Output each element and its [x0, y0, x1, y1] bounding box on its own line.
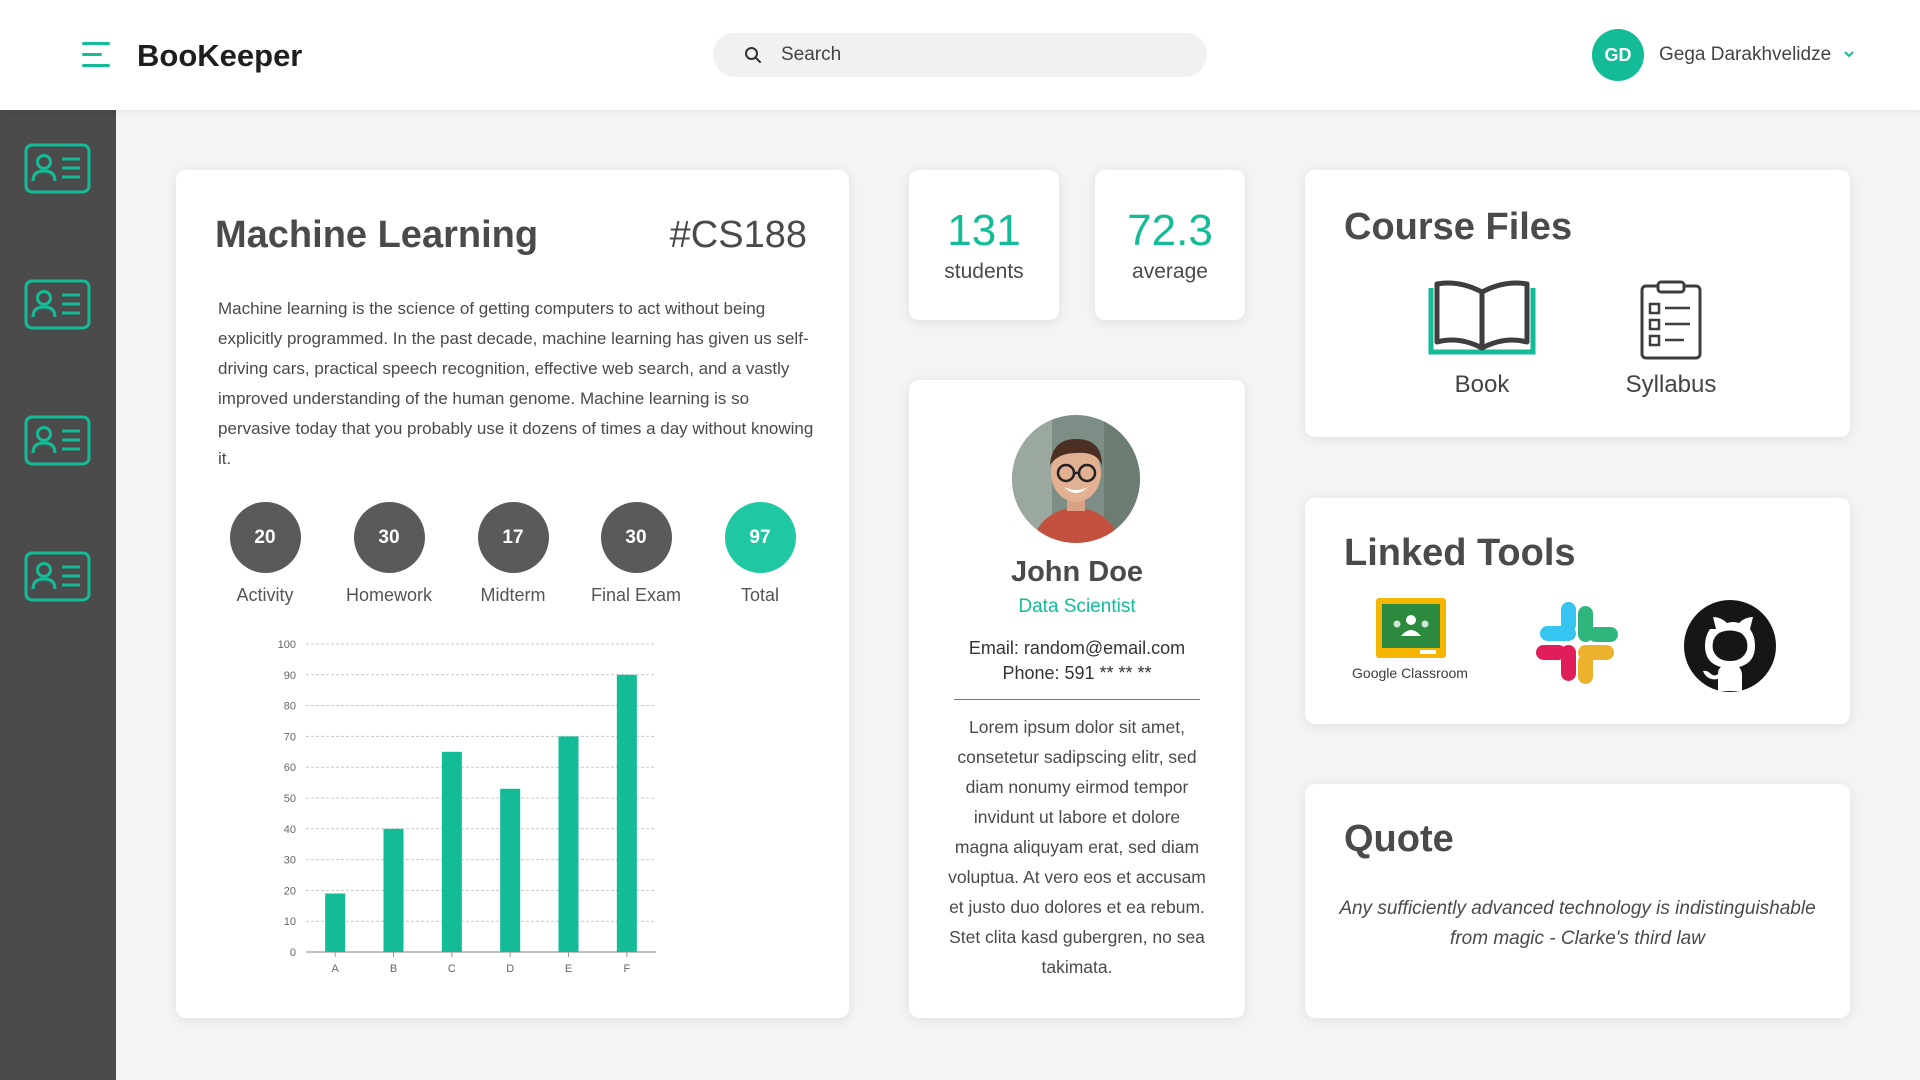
quote-text: Any sufficiently advanced technology is … [1339, 898, 1816, 949]
students-count: 131 [947, 206, 1021, 255]
score-item: 20 Activity [203, 502, 327, 606]
score-circle: 30 [600, 502, 672, 573]
bar-f [616, 674, 637, 952]
grades-bar-chart: 0 10 20 30 40 50 60 70 80 90 100 A B C D E F [278, 639, 656, 975]
profile-photo [1012, 415, 1140, 543]
user-menu[interactable]: GD Gega Darakhvelidze [1592, 29, 1862, 81]
clipboard-list-icon [1640, 280, 1702, 360]
bar-a [325, 893, 346, 952]
score-circle: 30 [353, 502, 425, 573]
slack-link[interactable] [1532, 598, 1622, 693]
score-label: Activity [236, 585, 294, 605]
syllabus-label: Syllabus [1625, 371, 1717, 398]
course-card: Machine Learning #CS188 Machine learning… [176, 170, 849, 1018]
search-bar[interactable] [713, 33, 1207, 77]
quote-title: Quote [1344, 818, 1454, 860]
linked-tools-title: Linked Tools [1344, 532, 1576, 574]
bar-e [558, 736, 579, 952]
app-title: BooKeeper [137, 38, 303, 73]
score-circle: 17 [477, 502, 549, 573]
score-label: Final Exam [590, 585, 682, 605]
x-tick-label: C [448, 963, 456, 975]
profile-role: Data Scientist [1018, 596, 1136, 617]
google-classroom-link[interactable]: Google Classroom [1350, 598, 1470, 681]
user-name: Gega Darakhvelidze [1659, 44, 1832, 65]
avatar: GD [1592, 29, 1644, 81]
score-circle: 97 [724, 502, 796, 573]
y-tick-label: 90 [284, 670, 296, 682]
score-item: 30 Final Exam [574, 502, 698, 606]
course-title: Machine Learning [215, 214, 539, 256]
course-description: Machine learning is the science of getti… [218, 299, 814, 468]
y-tick-label: 0 [290, 947, 296, 959]
y-tick-label: 70 [284, 731, 296, 743]
open-book-icon [1428, 280, 1536, 355]
y-tick-label: 60 [284, 762, 296, 774]
course-files-card: Course Files Book Syllabus [1305, 170, 1850, 437]
score-label: Midterm [480, 585, 546, 605]
sidebar-item-1[interactable] [24, 143, 91, 194]
bar-c [441, 751, 462, 952]
top-bar: BooKeeper GD Gega Darakhvelidze [0, 0, 1920, 110]
sidebar-item-2[interactable] [24, 279, 91, 330]
slack-icon [1536, 602, 1618, 684]
id-card-icon [24, 143, 91, 194]
linked-tools-card: Linked Tools Google Classroom [1305, 498, 1850, 724]
menu-icon[interactable] [82, 42, 110, 68]
x-tick-label: B [390, 963, 397, 975]
google-classroom-label: Google Classroom [1352, 665, 1468, 681]
id-card-icon [24, 415, 91, 466]
y-tick-label: 100 [278, 639, 296, 651]
chevron-down-icon[interactable] [1843, 48, 1855, 60]
course-files-title: Course Files [1344, 206, 1573, 248]
score-label: Homework [345, 585, 433, 605]
book-label: Book [1454, 371, 1510, 398]
bar-b [383, 828, 404, 952]
score-item: 30 Homework [327, 502, 451, 606]
google-classroom-icon [1376, 598, 1446, 658]
sidebar [0, 110, 116, 1080]
students-stat-card: 131 students [909, 170, 1059, 320]
y-tick-label: 30 [284, 855, 296, 867]
github-link[interactable] [1683, 599, 1777, 698]
x-tick-label: E [565, 963, 572, 975]
search-input[interactable] [781, 33, 1181, 77]
sidebar-item-3[interactable] [24, 415, 91, 466]
book-file-link[interactable]: Book [1412, 280, 1552, 399]
score-label: Total [740, 585, 780, 605]
github-icon [1684, 600, 1776, 692]
quote-card: Quote Any sufficiently advanced technolo… [1305, 784, 1850, 1018]
divider [954, 699, 1200, 700]
bar-d [500, 788, 521, 952]
x-tick-label: A [331, 963, 339, 975]
average-label: average [1132, 260, 1208, 283]
students-label: students [944, 260, 1024, 283]
profile-email: Email: random@email.com [968, 638, 1186, 658]
profile-card: John Doe Data Scientist Email: random@em… [909, 380, 1245, 1018]
profile-phone: Phone: 591 ** ** ** [1002, 663, 1152, 683]
profile-name: John Doe [1010, 556, 1144, 588]
profile-bio: Lorem ipsum dolor sit amet, consetetur s… [948, 717, 1206, 977]
y-tick-label: 80 [284, 701, 296, 713]
search-icon [745, 47, 761, 63]
id-card-icon [24, 279, 91, 330]
score-item: 17 Midterm [451, 502, 575, 606]
syllabus-file-link[interactable]: Syllabus [1601, 280, 1741, 399]
average-stat-card: 72.3 average [1095, 170, 1245, 320]
x-tick-label: F [623, 963, 630, 975]
score-item: 97 Total [698, 502, 822, 606]
y-tick-label: 40 [284, 824, 296, 836]
course-code: #CS188 [669, 214, 807, 256]
sidebar-item-4[interactable] [24, 551, 91, 602]
y-tick-label: 10 [284, 916, 296, 928]
y-tick-label: 20 [284, 885, 296, 897]
y-tick-label: 50 [284, 793, 296, 805]
average-value: 72.3 [1127, 206, 1213, 255]
x-tick-label: D [506, 963, 514, 975]
id-card-icon [24, 551, 91, 602]
score-circle: 20 [229, 502, 301, 573]
